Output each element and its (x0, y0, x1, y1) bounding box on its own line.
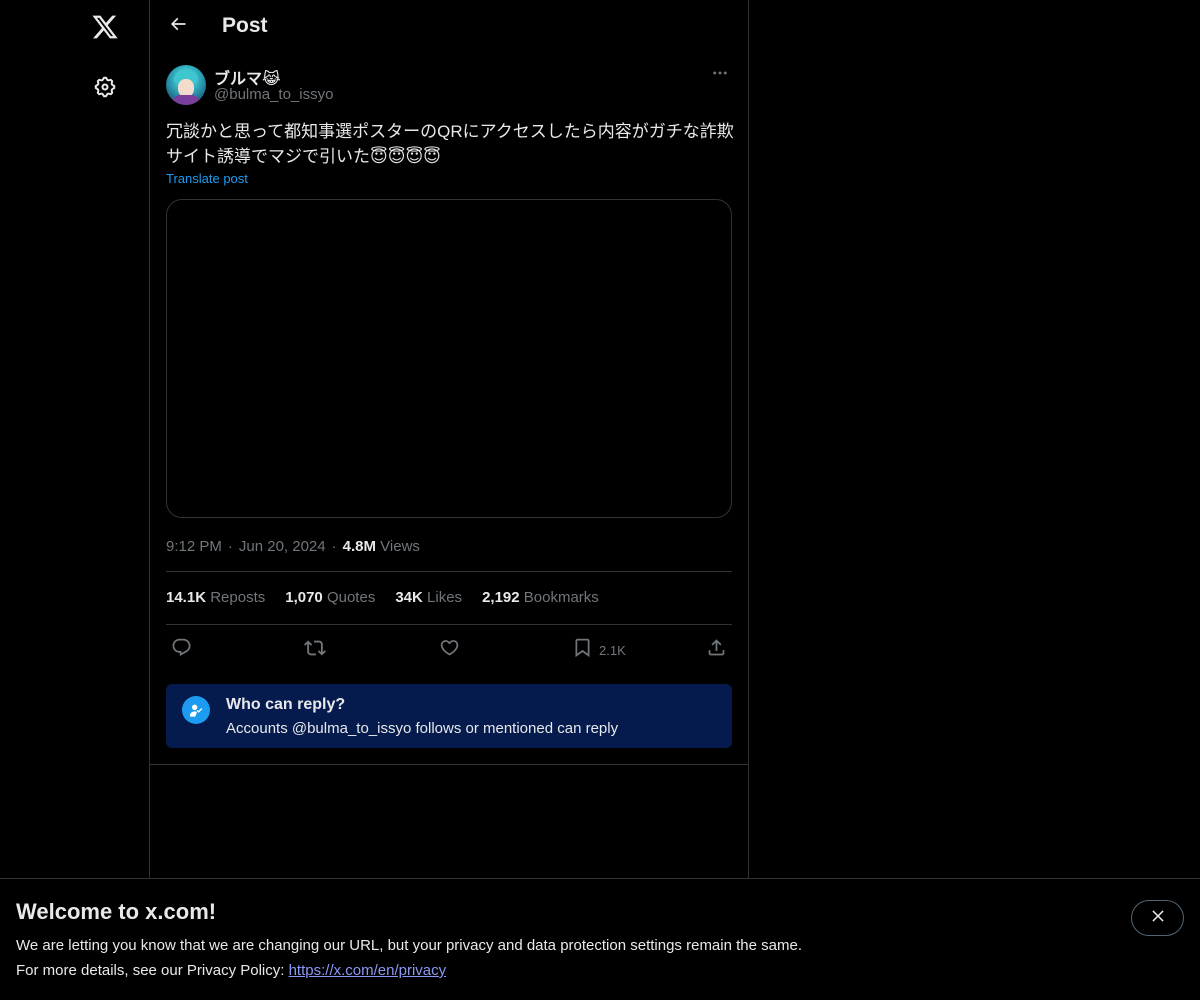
post-meta: 9:12 PM · Jun 20, 2024 · 4.8M Views (166, 536, 420, 556)
post-date[interactable]: Jun 20, 2024 (239, 538, 326, 555)
mention-user-icon (182, 696, 210, 724)
like-button[interactable] (439, 636, 460, 664)
x-logo-icon[interactable] (84, 6, 126, 48)
page-header: Post (150, 0, 749, 54)
post-time[interactable]: 9:12 PM (166, 538, 222, 555)
avatar[interactable] (166, 65, 206, 105)
post-media[interactable] (166, 199, 732, 518)
post-author: ブルマ😹 @bulma_to_issyo (166, 65, 732, 107)
close-icon (1149, 907, 1167, 930)
translate-post-link[interactable]: Translate post (166, 171, 248, 186)
meta-separator: · (227, 537, 233, 555)
post-column: Post ブルマ😹 @bulma_to_issyo 冗談かと思って都知事選ポスタ… (150, 0, 749, 765)
who-can-reply-description: Accounts @bulma_to_issyo follows or ment… (226, 720, 619, 737)
page-title: Post (222, 14, 268, 37)
views-label: Views (380, 537, 420, 555)
post-actions: 2.1K (166, 636, 732, 664)
share-button[interactable] (706, 636, 727, 664)
more-icon (711, 64, 729, 87)
left-nav (0, 0, 150, 1000)
post-text: 冗談かと思って都知事選ポスターのQRにアクセスしたら内容がガチな詐欺サイト誘導で… (166, 122, 734, 166)
bookmark-button[interactable]: 2.1K (572, 636, 626, 664)
quotes-stat[interactable]: 1,070 Quotes (285, 589, 375, 609)
bookmark-icon (572, 637, 593, 663)
banner-text: We are letting you know that we are chan… (16, 937, 802, 954)
reply-button[interactable] (171, 636, 192, 664)
meta-separator: · (331, 537, 337, 555)
who-can-reply-card: Who can reply? Accounts @bulma_to_issyo … (166, 684, 732, 748)
author-handle[interactable]: @bulma_to_issyo (214, 86, 333, 103)
divider (166, 624, 732, 625)
gear-icon[interactable] (84, 66, 126, 108)
reposts-stat[interactable]: 14.1K Reposts (166, 589, 265, 609)
banner-close-button[interactable] (1131, 900, 1184, 936)
banner-title: Welcome to x.com! (16, 899, 217, 924)
more-options-button[interactable] (708, 63, 732, 87)
reply-icon (171, 637, 192, 663)
back-button[interactable] (160, 8, 196, 44)
banner-privacy-line: For more details, see our Privacy Policy… (16, 962, 447, 979)
bookmark-count: 2.1K (599, 642, 626, 658)
who-can-reply-title: Who can reply? (226, 696, 346, 713)
heart-icon (439, 637, 460, 663)
welcome-banner: Welcome to x.com! We are letting you kno… (0, 878, 1200, 1000)
likes-stat[interactable]: 34K Likes (395, 589, 462, 609)
column-empty-area (150, 765, 749, 880)
privacy-policy-link[interactable]: https://x.com/en/privacy (289, 962, 447, 979)
app: Post ブルマ😹 @bulma_to_issyo 冗談かと思って都知事選ポスタ… (0, 0, 1200, 1000)
repost-button[interactable] (304, 636, 326, 664)
divider (166, 571, 732, 572)
share-icon (706, 637, 727, 663)
post-stats: 14.1K Reposts 1,070 Quotes 34K Likes 2,1… (166, 589, 599, 609)
bookmarks-stat[interactable]: 2,192 Bookmarks (482, 589, 599, 609)
views-count: 4.8M (342, 537, 376, 555)
repost-icon (304, 637, 326, 664)
arrow-left-icon (168, 14, 188, 39)
